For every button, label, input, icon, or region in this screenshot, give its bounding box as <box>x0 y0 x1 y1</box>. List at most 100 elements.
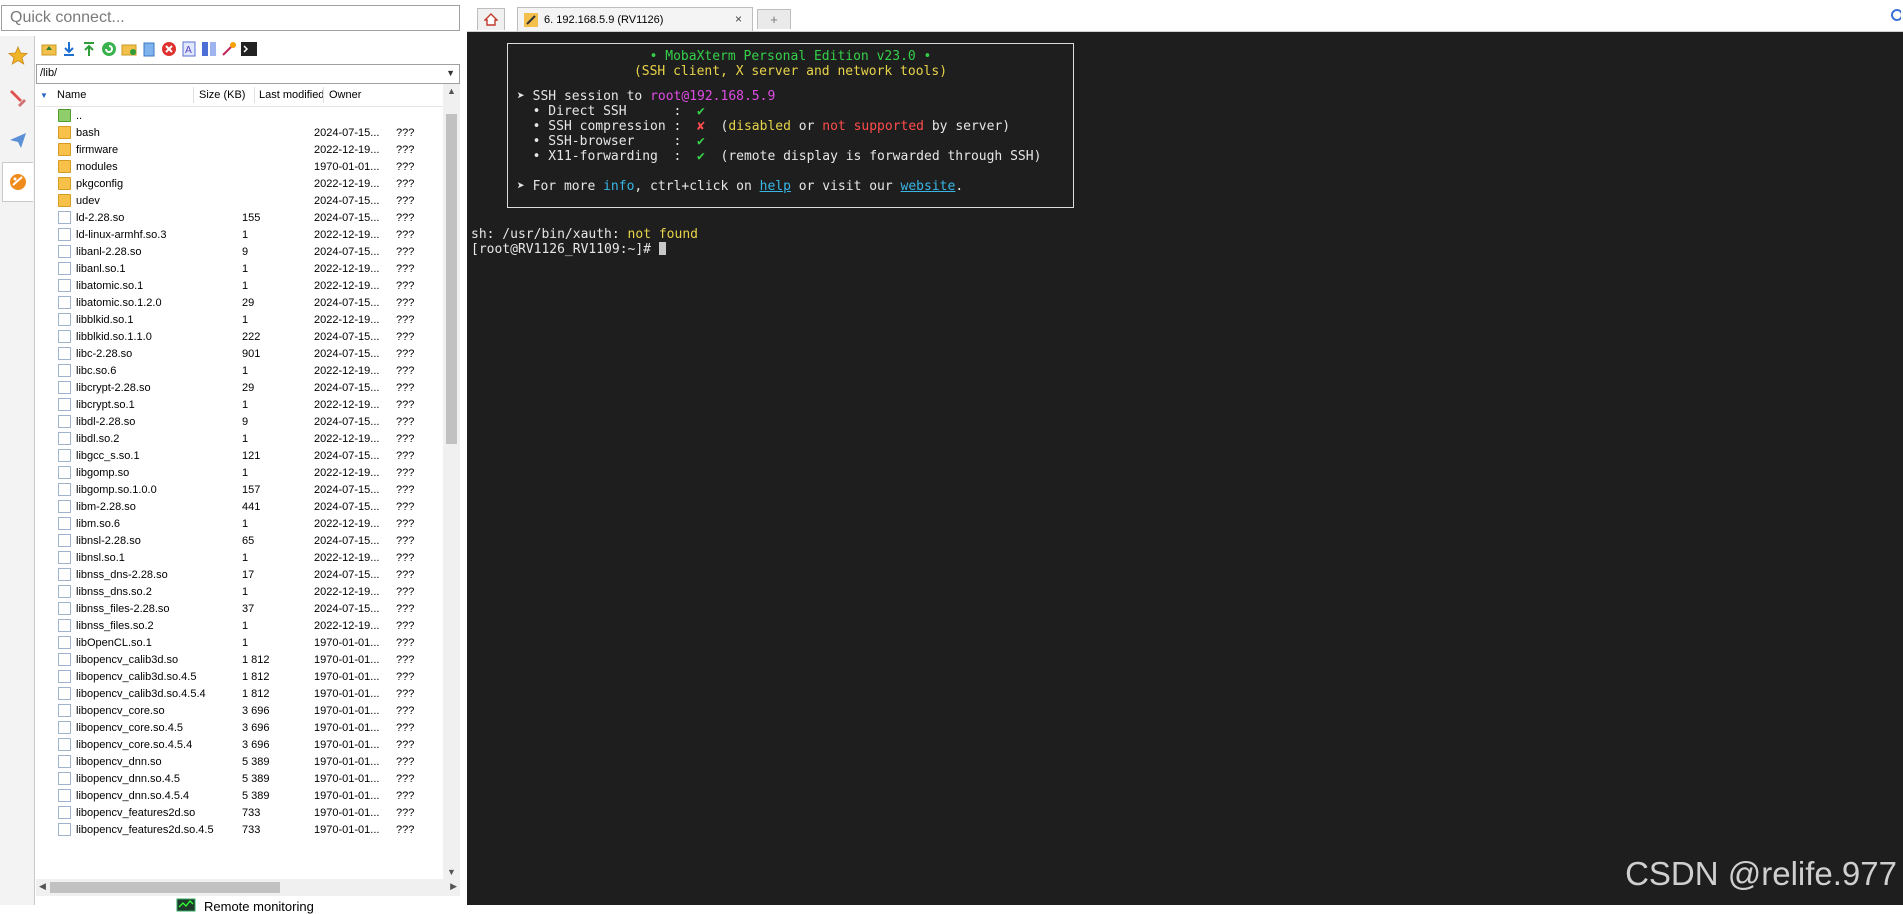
scroll-right-icon[interactable]: ▶ <box>450 881 457 892</box>
file-name: libnss_dns-2.28.so <box>76 569 168 581</box>
file-row[interactable]: libanl-2.28.so 9 2024-07-15...??? <box>36 244 443 261</box>
path-dropdown-icon[interactable]: ▼ <box>446 68 455 78</box>
file-row[interactable]: firmware 2022-12-19...??? <box>36 142 443 159</box>
file-row[interactable]: ld-2.28.so 155 2024-07-15...??? <box>36 210 443 227</box>
file-row[interactable]: libnss_dns.so.2 1 2022-12-19...??? <box>36 584 443 601</box>
file-row[interactable]: libblkid.so.1.1.0 222 2024-07-15...??? <box>36 329 443 346</box>
file-row[interactable]: libblkid.so.1 1 2022-12-19...??? <box>36 312 443 329</box>
scroll-up-icon[interactable]: ▲ <box>447 86 456 96</box>
home-tab[interactable] <box>477 8 505 30</box>
sftp-icon[interactable] <box>2 162 33 202</box>
ssh-session-line: ➤ SSH session to root@192.168.5.9 <box>517 89 776 104</box>
col-size[interactable]: Size (KB) <box>199 89 245 101</box>
info-link[interactable]: info <box>603 179 634 194</box>
col-modified[interactable]: Last modified <box>259 89 324 101</box>
file-name: ld-2.28.so <box>76 212 125 224</box>
file-row[interactable]: ld-linux-armhf.so.3 1 2022-12-19...??? <box>36 227 443 244</box>
parent-folder-icon[interactable] <box>41 41 57 57</box>
remote-monitoring-button[interactable]: Remote monitoring <box>176 898 314 914</box>
file-row[interactable]: libopencv_features2d.so.4.5 733 1970-01-01… <box>36 822 443 839</box>
path-field[interactable]: /lib/ ▼ <box>36 64 460 84</box>
close-tab-icon[interactable]: × <box>735 12 742 26</box>
file-size: 1 <box>242 365 249 377</box>
tools-wand-icon[interactable] <box>221 41 237 57</box>
watermark: CSDN @relife.977 <box>1625 855 1897 892</box>
file-row[interactable]: libopencv_core.so 3 696 1970-01-01...??? <box>36 703 443 720</box>
col-name[interactable]: Name <box>57 89 86 101</box>
file-row[interactable]: libgcc_s.so.1 121 2024-07-15...??? <box>36 448 443 465</box>
file-row[interactable]: libc.so.6 1 2022-12-19...??? <box>36 363 443 380</box>
file-date: 2024-07-15... <box>314 450 380 462</box>
horizontal-scrollbar[interactable]: ◀ ▶ <box>36 879 460 896</box>
file-row[interactable]: libgomp.so 1 2022-12-19...??? <box>36 465 443 482</box>
scroll-left-icon[interactable]: ◀ <box>39 881 46 892</box>
website-link[interactable]: website <box>901 179 956 194</box>
file-icon <box>58 262 71 275</box>
file-row[interactable]: pkgconfig 2022-12-19...??? <box>36 176 443 193</box>
file-row[interactable]: libcrypt.so.1 1 2022-12-19...??? <box>36 397 443 414</box>
file-row[interactable]: libnss_files-2.28.so 37 2024-07-15...??? <box>36 601 443 618</box>
file-row[interactable]: libanl.so.1 1 2022-12-19...??? <box>36 261 443 278</box>
refresh-icon[interactable] <box>101 41 117 57</box>
new-tab-button[interactable]: + <box>757 9 791 29</box>
file-row[interactable]: libdl.so.2 1 2022-12-19...??? <box>36 431 443 448</box>
file-row[interactable]: libOpenCL.so.1 1 1970-01-01...??? <box>36 635 443 652</box>
file-row[interactable]: libnss_dns-2.28.so 17 2024-07-15...??? <box>36 567 443 584</box>
file-icon <box>58 211 71 224</box>
file-row[interactable]: libm.so.6 1 2022-12-19...??? <box>36 516 443 533</box>
folder-icon <box>58 126 71 139</box>
hscroll-thumb[interactable] <box>50 882 280 893</box>
file-row[interactable]: libopencv_calib3d.so.4.5.4 1 812 1970-01-0… <box>36 686 443 703</box>
star-icon[interactable] <box>2 36 33 76</box>
rename-icon[interactable]: A <box>181 41 197 57</box>
file-row[interactable]: libgomp.so.1.0.0 157 2024-07-15...??? <box>36 482 443 499</box>
file-row[interactable]: libopencv_dnn.so.4.5 5 389 1970-01-01...??… <box>36 771 443 788</box>
file-row[interactable]: libopencv_features2d.so 733 1970-01-01...?… <box>36 805 443 822</box>
file-row[interactable]: libnsl.so.1 1 2022-12-19...??? <box>36 550 443 567</box>
file-row[interactable]: libm-2.28.so 441 2024-07-15...??? <box>36 499 443 516</box>
help-link[interactable]: help <box>760 179 791 194</box>
file-date: 2024-07-15... <box>314 484 380 496</box>
file-row[interactable]: libatomic.so.1 1 2022-12-19...??? <box>36 278 443 295</box>
file-row[interactable]: .. <box>36 108 443 125</box>
new-folder-icon[interactable] <box>121 41 137 57</box>
file-row[interactable]: libopencv_dnn.so 5 389 1970-01-01...??? <box>36 754 443 771</box>
file-row[interactable]: libnss_files.so.2 1 2022-12-19...??? <box>36 618 443 635</box>
file-row[interactable]: libopencv_calib3d.so 1 812 1970-01-01...??… <box>36 652 443 669</box>
file-owner: ??? <box>396 807 415 819</box>
terminal-icon[interactable] <box>241 41 257 57</box>
permissions-icon[interactable] <box>201 41 217 57</box>
file-row[interactable]: libdl-2.28.so 9 2024-07-15...??? <box>36 414 443 431</box>
file-row[interactable]: libopencv_dnn.so.4.5.4 5 389 1970-01-01...… <box>36 788 443 805</box>
quick-connect-input[interactable]: Quick connect... <box>1 5 460 31</box>
tools-icon[interactable] <box>2 78 33 118</box>
file-owner: ??? <box>396 790 415 802</box>
file-row[interactable]: libnsl-2.28.so 65 2024-07-15...??? <box>36 533 443 550</box>
vertical-scrollbar[interactable]: ▲ ▼ <box>443 84 460 879</box>
file-row[interactable]: libopencv_core.so.4.5 3 696 1970-01-01...?… <box>36 720 443 737</box>
file-size: 29 <box>242 382 255 394</box>
new-file-icon[interactable] <box>141 41 157 57</box>
file-row[interactable]: libopencv_calib3d.so.4.5 1 812 1970-01-01.… <box>36 669 443 686</box>
scroll-thumb[interactable] <box>446 114 457 444</box>
file-name: pkgconfig <box>76 178 124 190</box>
file-row[interactable]: libopencv_core.so.4.5.4 3 696 1970-01-01..… <box>36 737 443 754</box>
download-icon[interactable] <box>61 41 77 57</box>
file-row[interactable]: udev 2024-07-15...??? <box>36 193 443 210</box>
file-row[interactable]: libcrypt-2.28.so 29 2024-07-15...??? <box>36 380 443 397</box>
col-owner[interactable]: Owner <box>329 89 361 101</box>
file-row[interactable]: libc-2.28.so 901 2024-07-15...??? <box>36 346 443 363</box>
settings-corner-icon[interactable] <box>1889 8 1901 22</box>
file-name: libblkid.so.1 <box>76 314 134 326</box>
direct-ssh-line: • Direct SSH : ✔ <box>517 104 705 119</box>
file-row[interactable]: libatomic.so.1.2.0 29 2024-07-15...??? <box>36 295 443 312</box>
file-row[interactable]: bash 2024-07-15...??? <box>36 125 443 142</box>
file-icon <box>58 364 71 377</box>
delete-icon[interactable] <box>161 41 177 57</box>
upload-icon[interactable] <box>81 41 97 57</box>
scroll-down-icon[interactable]: ▼ <box>447 867 456 877</box>
terminal[interactable]: • MobaXterm Personal Edition v23.0 • (SS… <box>467 32 1903 905</box>
tab-session[interactable]: 6. 192.168.5.9 (RV1126) × <box>517 7 753 31</box>
send-icon[interactable] <box>2 120 33 160</box>
file-row[interactable]: modules 1970-01-01...??? <box>36 159 443 176</box>
